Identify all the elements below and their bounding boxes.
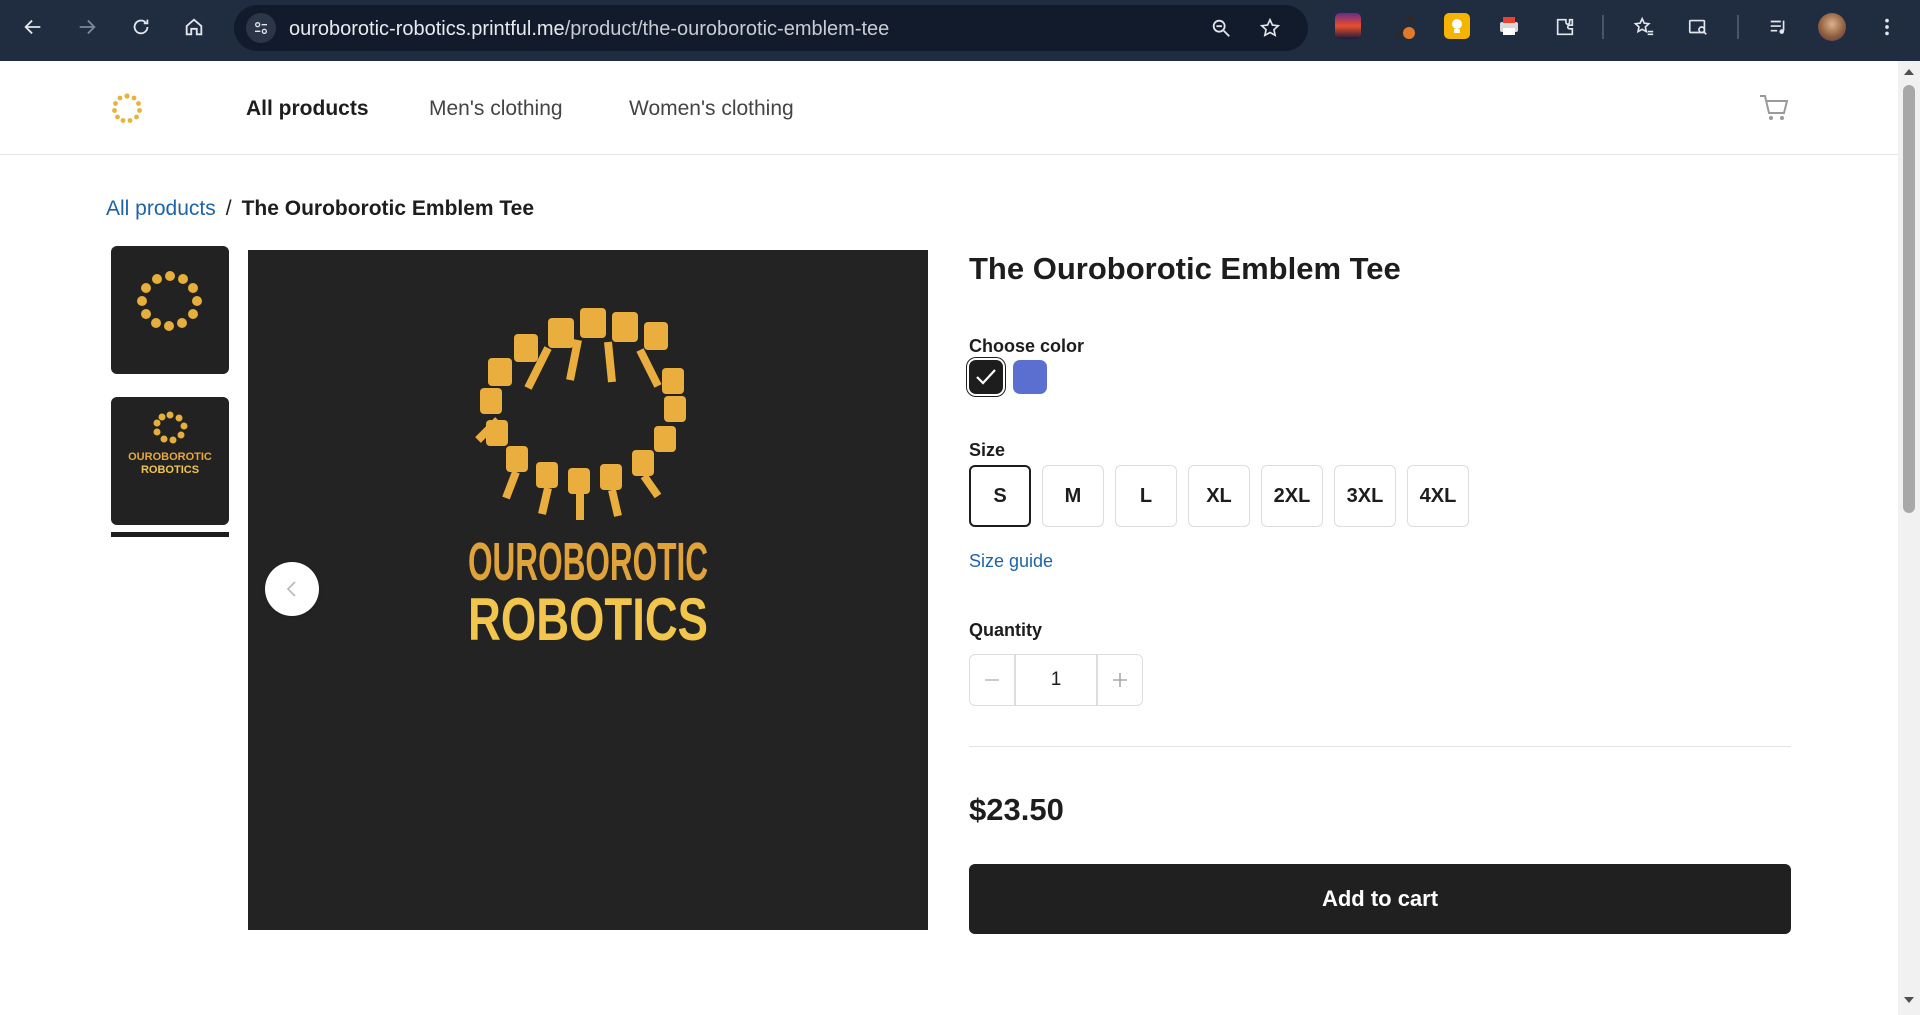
back-icon[interactable] bbox=[16, 10, 50, 44]
thumbnail-selected-indicator bbox=[111, 532, 229, 537]
address-bar[interactable]: ouroborotic-robotics.printful.me/product… bbox=[234, 5, 1308, 51]
breadcrumb-current: The Ouroborotic Emblem Tee bbox=[241, 197, 535, 220]
store-logo[interactable] bbox=[110, 91, 144, 125]
toolbar-divider bbox=[1737, 15, 1739, 39]
reload-icon[interactable] bbox=[124, 10, 158, 44]
size-option-2xl[interactable]: 2XL bbox=[1261, 465, 1323, 527]
main-image-logo-line1: OUROBOROTIC bbox=[468, 532, 708, 592]
extension-sunset-icon[interactable] bbox=[1335, 13, 1361, 39]
scroll-up-icon[interactable] bbox=[1903, 67, 1915, 77]
product-main-image: OUROBOROTIC ROBOTICS bbox=[248, 250, 928, 930]
main-image-logo-line2: ROBOTICS bbox=[468, 586, 708, 653]
quantity-input[interactable] bbox=[1015, 654, 1097, 706]
add-to-cart-button[interactable]: Add to cart bbox=[969, 864, 1791, 934]
forward-icon[interactable] bbox=[70, 10, 104, 44]
color-swatch-black[interactable] bbox=[969, 360, 1003, 394]
home-icon[interactable] bbox=[177, 10, 211, 44]
product-price: $23.50 bbox=[969, 792, 1064, 827]
extension-print-icon[interactable] bbox=[1496, 13, 1522, 39]
extensions-puzzle-icon[interactable] bbox=[1548, 10, 1582, 44]
breadcrumb-separator: / bbox=[225, 197, 232, 220]
chevron-left-icon bbox=[286, 581, 296, 597]
product-thumbnail-2[interactable]: OUROBOROTIC ROBOTICS bbox=[111, 397, 229, 525]
bookmark-star-icon[interactable] bbox=[1259, 17, 1281, 44]
extension-keep-icon[interactable] bbox=[1444, 13, 1470, 39]
size-option-s[interactable]: S bbox=[969, 465, 1031, 527]
gallery-prev-button[interactable] bbox=[265, 562, 319, 616]
size-option-l[interactable]: L bbox=[1115, 465, 1177, 527]
size-label: Size bbox=[969, 440, 1006, 460]
site-info-icon[interactable] bbox=[246, 13, 276, 43]
check-icon bbox=[976, 369, 996, 385]
favorites-star-icon[interactable] bbox=[1627, 10, 1661, 44]
site-header: All products Men's clothing Women's clot… bbox=[0, 61, 1898, 155]
cart-icon[interactable] bbox=[1758, 93, 1790, 128]
zoom-icon[interactable] bbox=[1210, 17, 1232, 44]
size-option-4xl[interactable]: 4XL bbox=[1407, 465, 1469, 527]
quantity-label: Quantity bbox=[969, 620, 1043, 640]
quantity-increment-button[interactable] bbox=[1097, 654, 1143, 706]
color-label: Choose color bbox=[969, 336, 1085, 356]
toolbar-divider bbox=[1602, 15, 1604, 39]
size-option-3xl[interactable]: 3XL bbox=[1334, 465, 1396, 527]
size-guide-link[interactable]: Size guide bbox=[969, 551, 1053, 572]
breadcrumb-all-products[interactable]: All products bbox=[106, 197, 216, 220]
reading-mode-icon[interactable] bbox=[1681, 10, 1715, 44]
plus-icon bbox=[1113, 673, 1127, 687]
color-swatch-blue[interactable] bbox=[1013, 360, 1047, 394]
minus-icon bbox=[985, 679, 999, 681]
breadcrumb: All products / The Ouroborotic Emblem Tee bbox=[106, 197, 534, 221]
browser-menu-icon[interactable] bbox=[1870, 10, 1904, 44]
browser-toolbar: ouroborotic-robotics.printful.me/product… bbox=[0, 0, 1920, 61]
nav-womens-clothing[interactable]: Women's clothing bbox=[629, 97, 794, 121]
thumbnail-logo-text: OUROBOROTIC ROBOTICS bbox=[128, 451, 212, 476]
scrollbar-thumb[interactable] bbox=[1903, 85, 1915, 513]
nav-mens-clothing[interactable]: Men's clothing bbox=[429, 97, 563, 121]
product-thumbnail-1[interactable] bbox=[111, 246, 229, 374]
media-queue-icon[interactable] bbox=[1762, 10, 1796, 44]
quantity-decrement-button[interactable] bbox=[969, 654, 1015, 706]
product-title: The Ouroborotic Emblem Tee bbox=[969, 251, 1401, 286]
profile-avatar[interactable] bbox=[1818, 13, 1846, 41]
url-text: ouroborotic-robotics.printful.me/product… bbox=[289, 18, 890, 40]
price-divider bbox=[969, 746, 1791, 747]
nav-all-products[interactable]: All products bbox=[246, 97, 369, 121]
scroll-down-icon[interactable] bbox=[1903, 995, 1915, 1005]
ouroboros-emblem-icon: OUROBOROTIC ROBOTICS bbox=[468, 308, 708, 653]
extension-dropper-icon[interactable] bbox=[1391, 13, 1417, 39]
size-option-xl[interactable]: XL bbox=[1188, 465, 1250, 527]
size-option-m[interactable]: M bbox=[1042, 465, 1104, 527]
